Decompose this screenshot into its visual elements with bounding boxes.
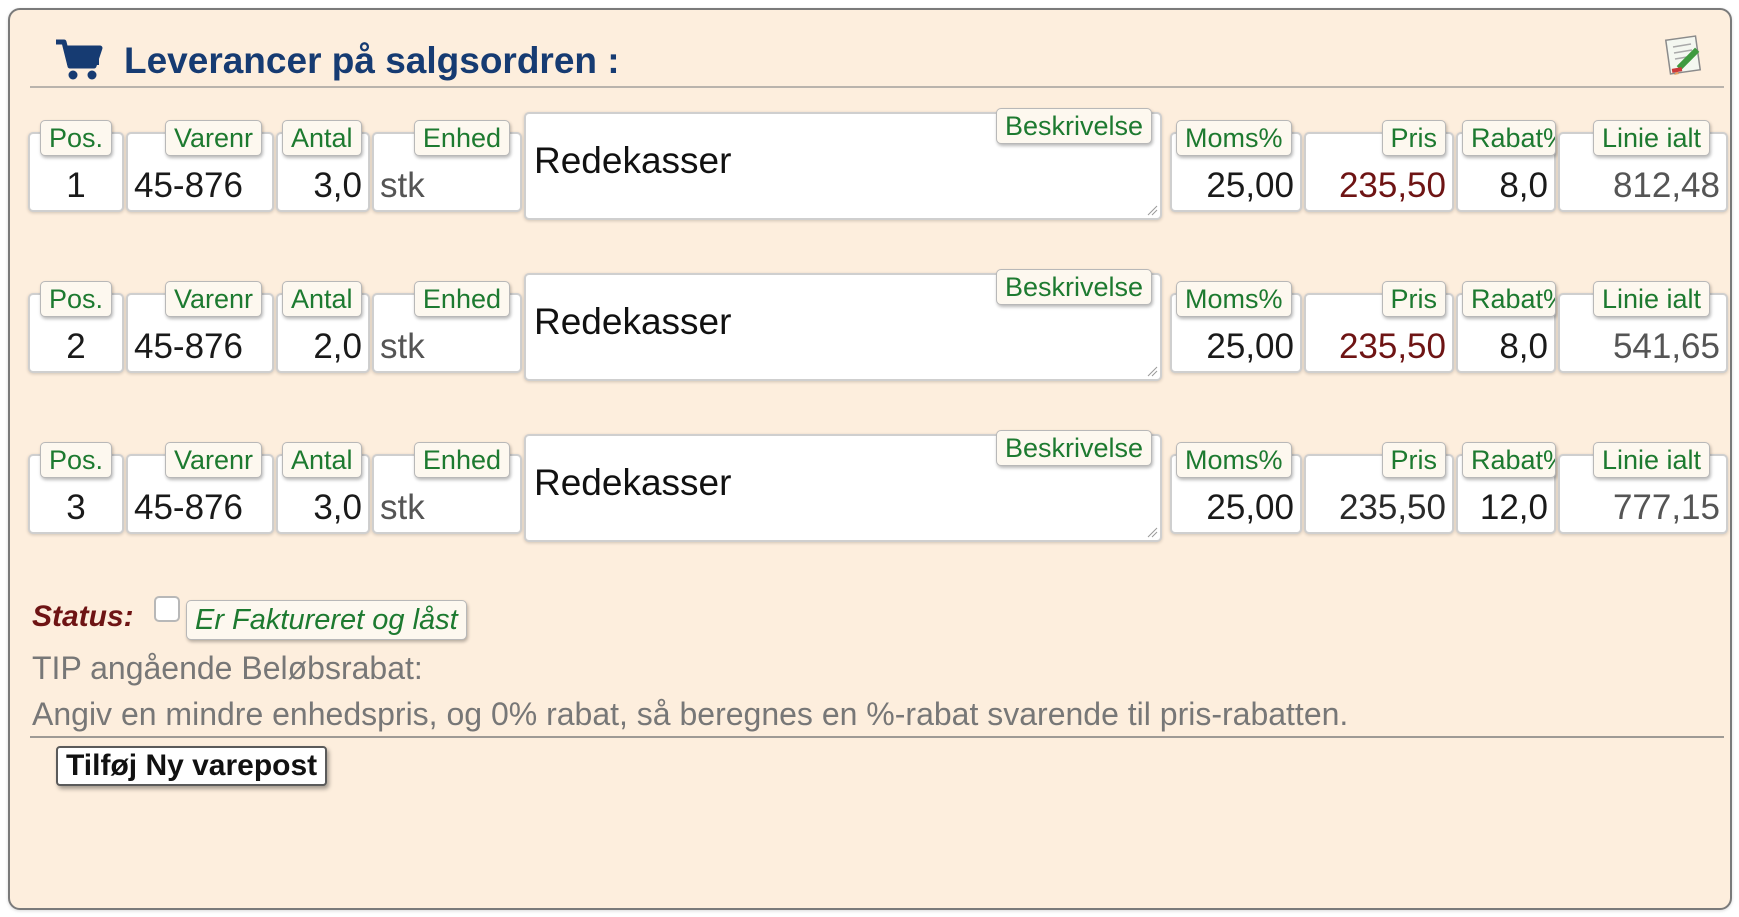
enhed-value: stk: [380, 166, 425, 205]
pos-value: 2: [66, 327, 86, 366]
panel-header: Leverancer på salgsordren :: [30, 28, 1724, 88]
beskrivelse-value: Redekasser: [534, 140, 732, 181]
resize-handle-icon[interactable]: [1146, 204, 1158, 216]
enhed-label: Enhed: [413, 442, 510, 478]
order-line-row: Pos. 3 Varenr 45-876 Antal 3,0 Enhed stk…: [10, 418, 1734, 542]
antal-value: 3,0: [313, 166, 362, 205]
moms-value: 25,00: [1206, 166, 1294, 205]
antal-value: 2,0: [313, 327, 362, 366]
varenr-label: Varenr: [164, 281, 262, 317]
linie-value: 541,65: [1612, 327, 1720, 366]
pris-field[interactable]: Pris 235,50: [1304, 120, 1454, 212]
varenr-value: 45-876: [134, 327, 243, 366]
pos-label: Pos.: [40, 281, 113, 317]
pris-value: 235,50: [1338, 166, 1446, 205]
beskrivelse-value: Redekasser: [534, 301, 732, 342]
edit-notes-icon[interactable]: [1664, 34, 1708, 78]
tip-text: Angiv en mindre enhedspris, og 0% rabat,…: [32, 696, 1349, 732]
pris-value: 235,50: [1338, 488, 1446, 527]
pos-field: Pos. 1: [28, 120, 124, 212]
antal-label: Antal: [282, 281, 362, 317]
pos-label: Pos.: [40, 442, 113, 478]
resize-handle-icon[interactable]: [1146, 365, 1158, 377]
pos-value: 3: [66, 488, 86, 527]
moms-label: Moms%: [1176, 120, 1292, 156]
invoiced-locked-checkbox[interactable]: [154, 596, 180, 622]
antal-field[interactable]: Antal 2,0: [276, 281, 370, 373]
beskrivelse-value: Redekasser: [534, 462, 732, 503]
beskrivelse-label: Beskrivelse: [995, 108, 1152, 144]
moms-field[interactable]: Moms% 25,00: [1170, 281, 1302, 373]
moms-value: 25,00: [1206, 488, 1294, 527]
beskrivelse-label: Beskrivelse: [995, 269, 1152, 305]
linie-field: Linie ialt 812,48: [1558, 120, 1728, 212]
pos-value: 1: [66, 166, 86, 205]
resize-handle-icon[interactable]: [1146, 526, 1158, 538]
enhed-field[interactable]: Enhed stk: [372, 281, 522, 373]
linie-value: 777,15: [1612, 488, 1720, 527]
linie-label: Linie ialt: [1592, 442, 1710, 478]
varenr-field[interactable]: Varenr 45-876: [126, 442, 274, 534]
invoiced-locked-label[interactable]: Er Faktureret og låst: [186, 600, 467, 640]
beskrivelse-textarea[interactable]: Redekasser Beskrivelse: [524, 269, 1162, 381]
enhed-label: Enhed: [413, 120, 510, 156]
rabat-value: 12,0: [1479, 488, 1548, 527]
varenr-label: Varenr: [164, 120, 262, 156]
status-label: Status:: [32, 600, 134, 633]
enhed-field[interactable]: Enhed stk: [372, 120, 522, 212]
pris-value: 235,50: [1338, 327, 1446, 366]
enhed-value: stk: [380, 488, 425, 527]
moms-field[interactable]: Moms% 25,00: [1170, 442, 1302, 534]
antal-label: Antal: [282, 442, 362, 478]
linie-field: Linie ialt 777,15: [1558, 442, 1728, 534]
order-lines-panel: Leverancer på salgsordren : Pos. 1 Varen…: [8, 8, 1732, 910]
shopping-cart-icon: [56, 39, 103, 80]
order-line-row: Pos. 1 Varenr 45-876 Antal 3,0 Enhed stk…: [10, 96, 1734, 220]
divider: [30, 736, 1724, 738]
enhed-label: Enhed: [413, 281, 510, 317]
antal-value: 3,0: [313, 488, 362, 527]
pris-label: Pris: [1381, 442, 1446, 478]
varenr-value: 45-876: [134, 488, 243, 527]
beskrivelse-textarea[interactable]: Redekasser Beskrivelse: [524, 108, 1162, 220]
varenr-field[interactable]: Varenr 45-876: [126, 120, 274, 212]
enhed-value: stk: [380, 327, 425, 366]
varenr-value: 45-876: [134, 166, 243, 205]
pris-field[interactable]: Pris 235,50: [1304, 442, 1454, 534]
pris-label: Pris: [1381, 120, 1446, 156]
linie-label: Linie ialt: [1592, 120, 1710, 156]
order-line-row: Pos. 2 Varenr 45-876 Antal 2,0 Enhed stk…: [10, 257, 1734, 381]
linie-field: Linie ialt 541,65: [1558, 281, 1728, 373]
antal-label: Antal: [282, 120, 362, 156]
moms-label: Moms%: [1176, 442, 1292, 478]
rabat-field[interactable]: Rabat% 8,0: [1456, 281, 1556, 373]
linie-value: 812,48: [1612, 166, 1720, 205]
rabat-label: Rabat%: [1462, 120, 1556, 156]
beskrivelse-label: Beskrivelse: [995, 430, 1152, 466]
rabat-label: Rabat%: [1462, 442, 1556, 478]
page-title: Leverancer på salgsordren :: [124, 40, 620, 81]
moms-label: Moms%: [1176, 281, 1292, 317]
rabat-value: 8,0: [1499, 166, 1548, 205]
moms-value: 25,00: [1206, 327, 1294, 366]
rabat-value: 8,0: [1499, 327, 1548, 366]
pos-field: Pos. 2: [28, 281, 124, 373]
antal-field[interactable]: Antal 3,0: [276, 120, 370, 212]
pos-label: Pos.: [40, 120, 113, 156]
rabat-field[interactable]: Rabat% 8,0: [1456, 120, 1556, 212]
rabat-field[interactable]: Rabat% 12,0: [1456, 442, 1556, 534]
rabat-label: Rabat%: [1462, 281, 1556, 317]
pos-field: Pos. 3: [28, 442, 124, 534]
varenr-field[interactable]: Varenr 45-876: [126, 281, 274, 373]
pris-label: Pris: [1381, 281, 1446, 317]
linie-label: Linie ialt: [1592, 281, 1710, 317]
pris-field[interactable]: Pris 235,50: [1304, 281, 1454, 373]
beskrivelse-textarea[interactable]: Redekasser Beskrivelse: [524, 430, 1162, 542]
add-line-button[interactable]: Tilføj Ny varepost: [56, 746, 328, 786]
tip-title: TIP angående Beløbsrabat:: [32, 650, 423, 686]
antal-field[interactable]: Antal 3,0: [276, 442, 370, 534]
enhed-field[interactable]: Enhed stk: [372, 442, 522, 534]
varenr-label: Varenr: [164, 442, 262, 478]
moms-field[interactable]: Moms% 25,00: [1170, 120, 1302, 212]
